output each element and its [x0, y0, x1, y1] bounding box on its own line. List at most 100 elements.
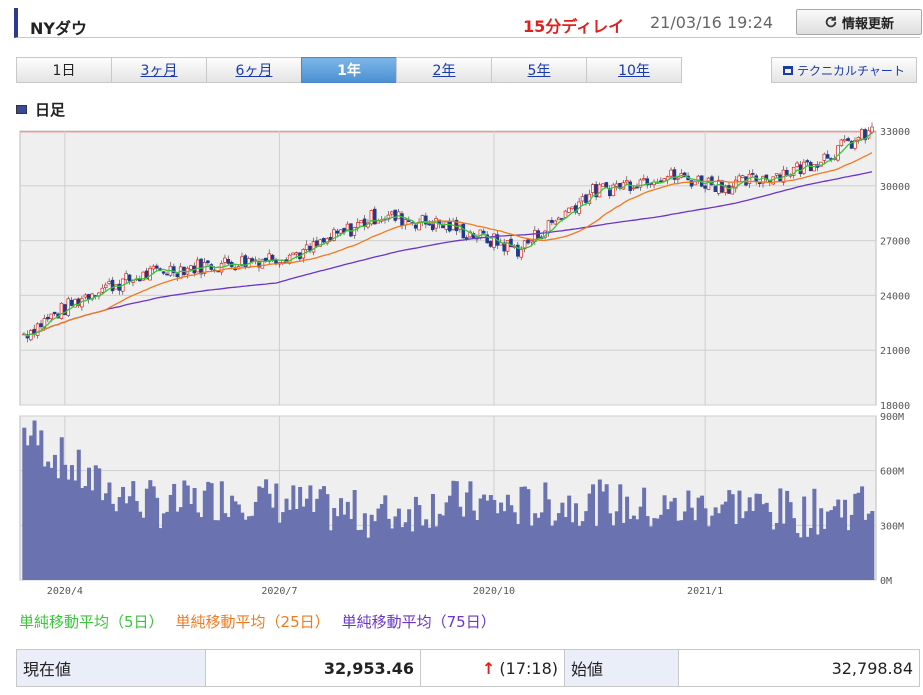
- volume-bar: [458, 506, 463, 580]
- quote-table: 現在値 32,953.46 ↑ (17:18) 始値 32,798.84: [16, 649, 920, 687]
- price-tick-label: 33000: [880, 127, 910, 138]
- volume-bar: [809, 527, 813, 580]
- volume-bar: [499, 502, 504, 580]
- volume-bar: [155, 497, 160, 580]
- volume-bar: [866, 513, 871, 580]
- candle-body: [413, 224, 418, 229]
- volume-bar: [25, 445, 30, 580]
- tab-3m[interactable]: 3ヶ月: [111, 57, 207, 83]
- price-tick-label: 18000: [880, 401, 910, 412]
- volume-bar: [570, 522, 575, 580]
- volume-bar: [567, 495, 572, 580]
- volume-bar: [812, 488, 817, 580]
- volume-bar: [717, 513, 722, 580]
- volume-bar: [291, 485, 296, 580]
- volume-bar: [250, 515, 255, 580]
- volume-bar: [189, 503, 194, 580]
- volume-bar: [556, 513, 561, 580]
- volume-bar: [359, 529, 364, 580]
- refresh-button[interactable]: 情報更新: [796, 9, 922, 35]
- candle-body: [444, 221, 449, 230]
- candle-body: [727, 185, 731, 194]
- candle-body: [59, 302, 64, 319]
- volume-bar: [645, 516, 650, 580]
- volume-bar: [682, 511, 687, 580]
- candle-body: [335, 230, 340, 234]
- tab-1y[interactable]: 1年: [301, 57, 397, 83]
- volume-bar: [764, 502, 769, 580]
- volume-bar: [437, 513, 442, 580]
- volume-bar: [577, 525, 582, 580]
- volume-tick-label: 0M: [880, 576, 892, 587]
- technical-chart-button[interactable]: テクニカルチャート: [771, 57, 917, 83]
- volume-bar: [247, 516, 252, 580]
- volume-bar: [328, 530, 333, 580]
- volume-bar: [287, 509, 292, 580]
- volume-bar: [703, 508, 708, 580]
- candle-body: [676, 177, 680, 180]
- candle-body: [488, 240, 493, 247]
- volume-bar: [185, 485, 190, 580]
- volume-bar: [301, 506, 306, 580]
- candle-body: [567, 207, 571, 213]
- refresh-label: 情報更新: [841, 16, 894, 32]
- volume-bar: [843, 499, 848, 580]
- volume-bar: [90, 490, 95, 580]
- volume-bar: [860, 486, 865, 580]
- volume-bar: [236, 504, 241, 580]
- tab-5y[interactable]: 5年: [491, 57, 587, 83]
- volume-bar: [819, 508, 824, 580]
- volume-bar: [257, 486, 262, 580]
- volume-bar: [734, 523, 739, 580]
- volume-bar: [29, 435, 34, 580]
- volume-tick-label: 900M: [880, 412, 904, 423]
- volume-bar: [335, 516, 340, 580]
- candle-body: [103, 284, 108, 288]
- volume-bar: [744, 511, 749, 580]
- volume-bar: [791, 518, 796, 580]
- candle-body: [706, 177, 711, 190]
- volume-bar: [601, 491, 606, 580]
- candle-body: [822, 153, 827, 161]
- candle-body: [536, 230, 540, 239]
- volume-bar: [304, 498, 309, 580]
- candle-body: [373, 208, 377, 225]
- candle-body: [628, 181, 632, 191]
- volume-bar: [87, 467, 92, 580]
- volume-bar: [168, 494, 173, 580]
- volume-bar: [379, 503, 384, 580]
- candle-body: [713, 186, 718, 192]
- volume-bar: [260, 487, 265, 580]
- volume-bar: [311, 511, 316, 580]
- tab-2y[interactable]: 2年: [396, 57, 492, 83]
- table-row: 現在値 32,953.46 ↑ (17:18) 始値 32,798.84: [16, 649, 920, 687]
- tab-6m[interactable]: 6ヶ月: [206, 57, 302, 83]
- candle-body: [556, 217, 561, 221]
- volume-bar: [59, 437, 64, 580]
- volume-bar: [676, 520, 681, 580]
- volume-bar: [761, 504, 766, 580]
- volume-bar: [771, 529, 776, 580]
- volume-bar: [342, 514, 347, 580]
- candle-body: [199, 258, 203, 275]
- volume-bar: [574, 503, 579, 580]
- candle-body: [856, 137, 861, 141]
- window-icon: [783, 65, 794, 75]
- candle-body: [165, 273, 169, 276]
- tab-10y[interactable]: 10年: [586, 57, 682, 83]
- volume-bar: [618, 484, 623, 580]
- volume-bar: [199, 517, 204, 580]
- volume-bar: [97, 468, 102, 580]
- volume-bar: [219, 481, 224, 580]
- x-tick-label: 2020/10: [473, 586, 515, 597]
- volume-bar: [805, 536, 810, 580]
- x-tick-label: 2021/1: [687, 586, 723, 597]
- volume-bar: [628, 518, 633, 580]
- volume-bar: [308, 485, 313, 580]
- candle-body: [349, 223, 353, 237]
- volume-bar: [553, 520, 558, 580]
- tab-1d[interactable]: 1日: [16, 57, 112, 83]
- volume-bar: [315, 498, 320, 580]
- candle-body: [223, 257, 227, 263]
- candle-body: [843, 139, 847, 142]
